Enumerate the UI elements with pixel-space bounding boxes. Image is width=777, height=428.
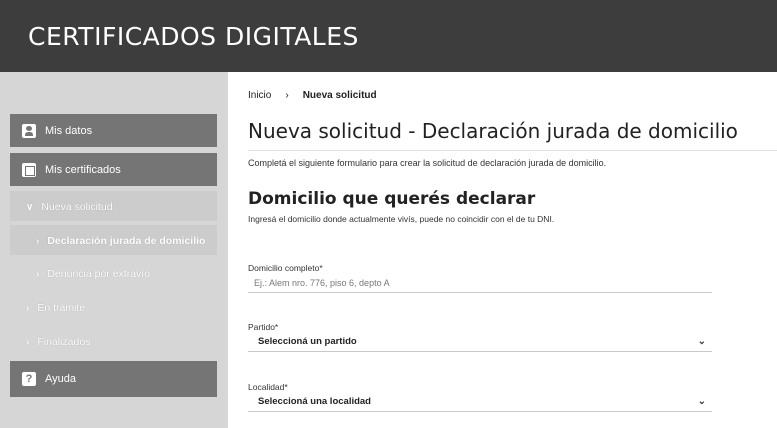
- chevron-down-icon: ⌄: [697, 336, 706, 347]
- section-description: Ingresá el domicilio donde actualmente v…: [248, 214, 555, 224]
- breadcrumb-separator-icon: ›: [285, 90, 289, 101]
- sidebar-item-label: Denuncia por extravío: [47, 268, 151, 280]
- partido-selected-value: Seleccioná un partido: [258, 336, 357, 347]
- sidebar-item-label: Finalizados: [37, 336, 91, 348]
- localidad-select[interactable]: Seleccioná una localidad ⌄: [248, 392, 712, 412]
- sidebar-item-ayuda[interactable]: ? Ayuda: [10, 361, 217, 397]
- help-icon: ?: [22, 372, 36, 386]
- breadcrumb-home-link[interactable]: Inicio: [248, 90, 271, 101]
- chevron-down-icon: ⌄: [697, 396, 706, 407]
- certificate-icon: [22, 162, 36, 177]
- sidebar-item-label: Mis datos: [45, 124, 93, 137]
- chevron-right-icon: ›: [36, 235, 40, 247]
- breadcrumb-current: Nueva solicitud: [302, 90, 377, 101]
- sidebar-item-label: En trámite: [37, 302, 86, 314]
- partido-select[interactable]: Seleccioná un partido ⌄: [248, 332, 712, 352]
- partido-label: Partido*: [248, 322, 279, 332]
- section-title: Domicilio que querés declarar: [248, 189, 536, 209]
- sidebar-item-declaracion-jurada[interactable]: › Declaración jurada de domicilio: [36, 235, 205, 247]
- sidebar-item-en-tramite[interactable]: › En trámite: [26, 302, 85, 314]
- breadcrumb: Inicio › Nueva solicitud: [248, 90, 377, 101]
- sidebar-item-label: Declaración jurada de domicilio: [47, 235, 206, 247]
- localidad-selected-value: Seleccioná una localidad: [258, 396, 371, 407]
- chevron-down-icon: ∨: [26, 201, 34, 213]
- chevron-right-icon: ›: [36, 268, 40, 280]
- chevron-right-icon: ›: [26, 302, 30, 314]
- sidebar-item-finalizados[interactable]: › Finalizados: [26, 336, 90, 348]
- sidebar-item-denuncia-extravio[interactable]: › Denuncia por extravío: [36, 268, 150, 280]
- chevron-right-icon: ›: [26, 336, 30, 348]
- sidebar: Mis datos Mis certificados ∨ Nueva solic…: [0, 72, 228, 428]
- sidebar-item-mis-certificados[interactable]: Mis certificados: [10, 153, 217, 186]
- localidad-label: Localidad*: [248, 382, 288, 392]
- user-card-icon: [22, 123, 36, 138]
- domicilio-input[interactable]: [248, 273, 712, 293]
- app-header: CERTIFICADOS DIGITALES: [0, 0, 777, 72]
- page-title: Nueva solicitud - Declaración jurada de …: [248, 119, 738, 143]
- sidebar-item-label: Nueva solicitud: [41, 201, 113, 213]
- sidebar-item-mis-datos[interactable]: Mis datos: [10, 114, 217, 147]
- domicilio-label: Domicilio completo*: [248, 263, 323, 273]
- page-intro: Completá el siguiente formulario para cr…: [248, 158, 607, 168]
- sidebar-item-nueva-solicitud[interactable]: ∨ Nueva solicitud: [26, 201, 113, 213]
- main-content: Inicio › Nueva solicitud Nueva solicitud…: [228, 72, 777, 428]
- sidebar-item-label: Mis certificados: [45, 163, 121, 176]
- app-title: CERTIFICADOS DIGITALES: [28, 21, 359, 51]
- sidebar-item-label: Ayuda: [45, 373, 76, 385]
- title-divider: [248, 150, 777, 151]
